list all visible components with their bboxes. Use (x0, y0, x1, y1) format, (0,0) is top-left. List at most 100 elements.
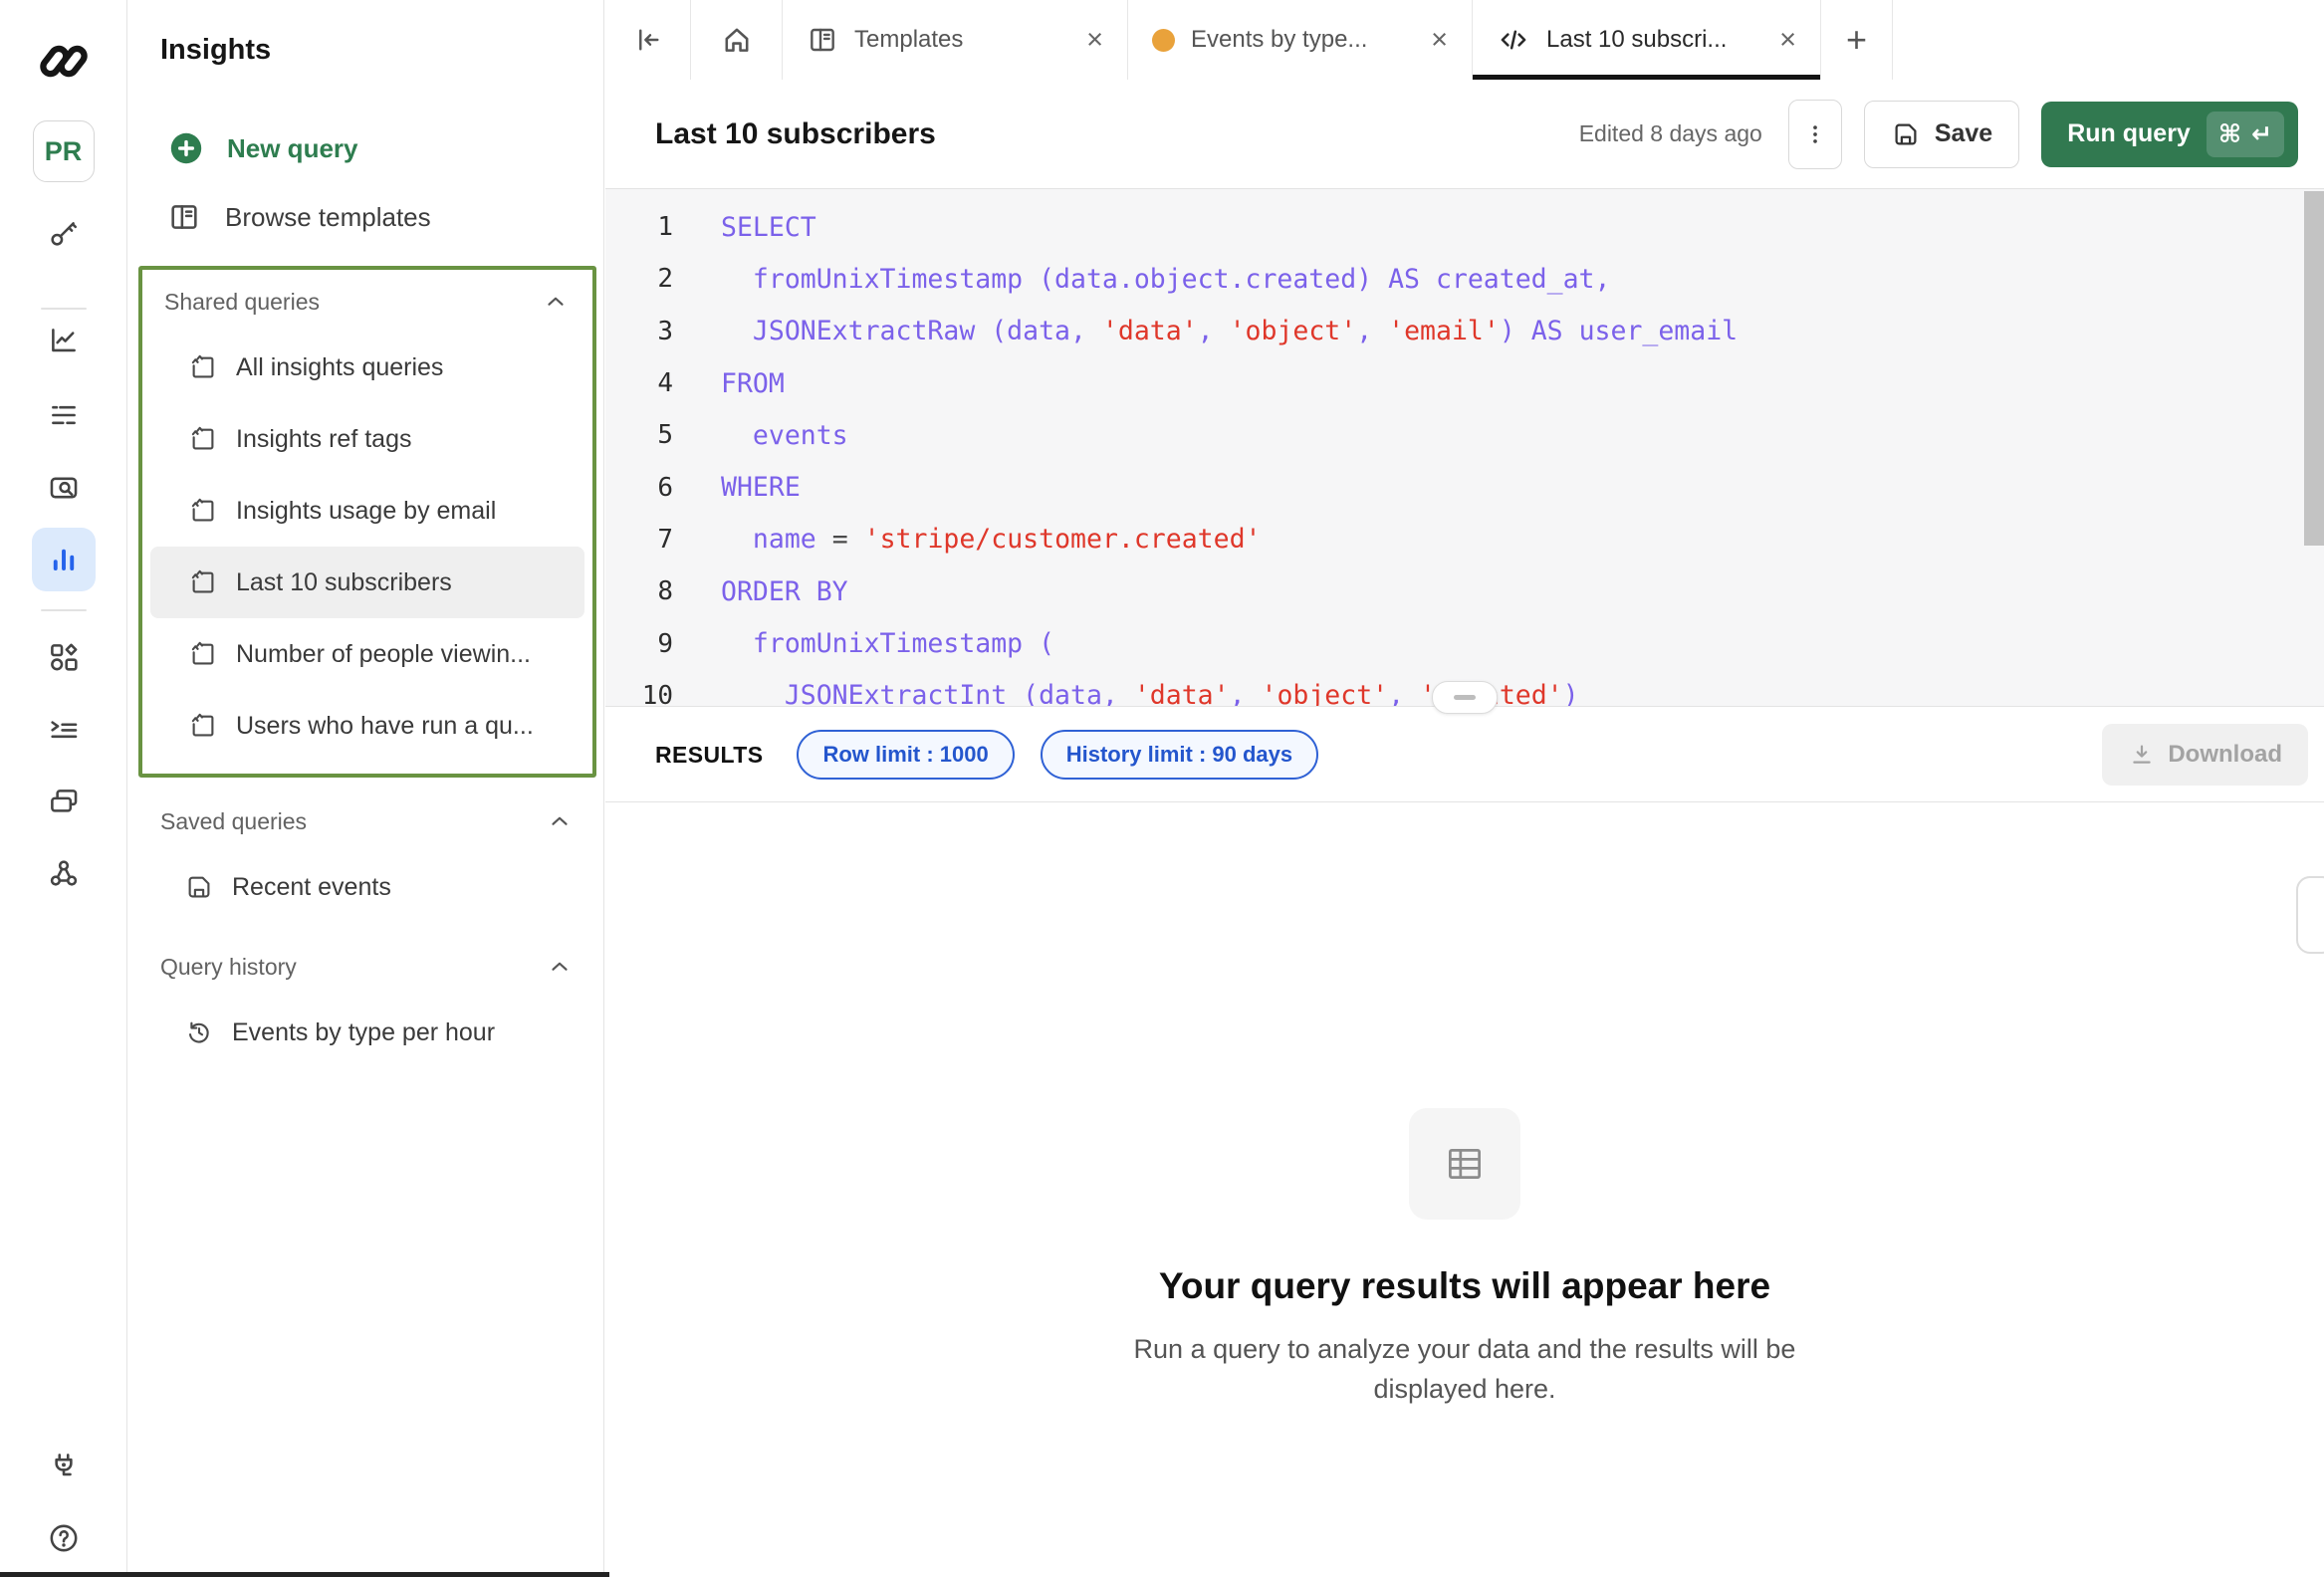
rail-item-trends[interactable] (47, 324, 81, 357)
template-icon (167, 200, 201, 234)
code-line[interactable]: 5 events (605, 409, 2324, 461)
chain-links-icon (47, 856, 81, 890)
new-tab-button[interactable]: + (1821, 0, 1893, 80)
app-logo[interactable] (35, 40, 93, 84)
rail-item-console[interactable] (47, 712, 81, 746)
sidebar-sections: Shared queries All insights queries Insigh… (127, 266, 603, 1068)
rail-item-insights-active[interactable] (32, 528, 96, 591)
browse-templates-label: Browse templates (225, 202, 431, 233)
sidebar-item[interactable]: Recent events (146, 851, 588, 923)
sql-editor[interactable]: 1SELECT2 fromUnixTimestamp (data.object.… (605, 189, 2324, 707)
sidebar-item-label: Users who have run a qu... (236, 712, 534, 741)
code-token: = (832, 524, 848, 555)
query-icon (188, 496, 218, 526)
run-query-label: Run query (2067, 119, 2191, 148)
sidebar-item[interactable]: Insights ref tags (150, 403, 584, 475)
code-line[interactable]: 6WHERE (605, 461, 2324, 513)
limit-pill[interactable]: Row limit : 1000 (797, 730, 1014, 780)
box-search-icon (47, 471, 81, 505)
sidebar-item[interactable]: Events by type per hour (146, 997, 588, 1068)
rail-item-help[interactable] (47, 1521, 81, 1555)
code-line[interactable]: 3 JSONExtractRaw (data, 'data', 'object'… (605, 306, 2324, 357)
save-label: Save (1935, 119, 1992, 148)
apps-shapes-icon (47, 640, 81, 674)
sidebar-section: Query history Events by type per hour (138, 937, 596, 1068)
section-header[interactable]: Shared queries (142, 272, 592, 332)
code-token: 'stripe/customer.created' (864, 524, 1262, 555)
sidebar-item[interactable]: Insights usage by email (150, 475, 584, 547)
code-token: ORDER BY (721, 576, 848, 607)
table-placeholder-tile (1409, 1108, 1520, 1220)
rail-item-events[interactable] (47, 398, 81, 432)
line-number: 7 (605, 525, 673, 555)
rail-item-api-keys[interactable] (47, 216, 81, 250)
section-header-label: Saved queries (160, 808, 307, 835)
chevron-up-icon (543, 289, 569, 315)
panel-resize-handle[interactable] (1432, 681, 1498, 714)
results-empty-state: Your query results will appear here Run … (605, 803, 2324, 1577)
code-token: , (1230, 680, 1262, 707)
query-icon (188, 567, 218, 597)
editor-scrollbar[interactable] (2304, 191, 2324, 546)
download-button[interactable]: Download (2102, 724, 2308, 786)
collapse-sidebar-button[interactable] (605, 0, 691, 80)
rail-item-apps[interactable] (47, 640, 81, 674)
tab-events-by-type[interactable]: Events by type... × (1128, 0, 1473, 80)
code-line[interactable]: 1SELECT (605, 201, 2324, 253)
code-token: , (1198, 316, 1230, 346)
trend-chart-icon (47, 324, 81, 357)
sidebar-item[interactable]: Last 10 subscribers (150, 547, 584, 618)
limit-pill[interactable]: History limit : 90 days (1041, 730, 1318, 780)
save-icon (1891, 119, 1921, 149)
avatar[interactable]: PR (33, 120, 95, 182)
plug-icon (47, 1450, 81, 1483)
code-token: 'object' (1261, 680, 1388, 707)
more-options-button[interactable] (1788, 100, 1842, 169)
key-icon (47, 216, 81, 250)
close-icon[interactable]: × (1086, 26, 1103, 55)
rail-item-notebooks[interactable] (47, 785, 81, 818)
sidebar-item-label: Last 10 subscribers (236, 568, 452, 597)
query-icon (188, 639, 218, 669)
bar-chart-icon (46, 542, 82, 577)
code-line[interactable]: 4FROM (605, 357, 2324, 409)
new-query-button[interactable]: New query (167, 116, 603, 180)
code-token: fromUnixTimestamp ( (721, 628, 1054, 659)
line-number: 5 (605, 420, 673, 450)
query-icon (188, 424, 218, 454)
tab-label: Events by type... (1191, 26, 1367, 54)
section-header-label: Query history (160, 954, 297, 981)
section-header[interactable]: Saved queries (138, 791, 596, 851)
tab-templates[interactable]: Templates × (783, 0, 1128, 80)
save-button[interactable]: Save (1864, 101, 2019, 168)
code-token: events (721, 420, 848, 451)
tab-last-10-subscribers[interactable]: Last 10 subscri... × (1473, 0, 1821, 80)
close-icon[interactable]: × (1779, 26, 1796, 55)
code-line[interactable]: 8ORDER BY (605, 565, 2324, 617)
unsaved-dot-icon (1152, 29, 1175, 52)
code-line[interactable]: 9 fromUnixTimestamp ( (605, 617, 2324, 669)
rail-item-integrations[interactable] (47, 1450, 81, 1483)
section-header-label: Shared queries (164, 289, 320, 316)
code-line[interactable]: 2 fromUnixTimestamp (data.object.created… (605, 253, 2324, 305)
rail-item-pipeline[interactable] (47, 856, 81, 890)
edge-scroll-handle[interactable] (2296, 876, 2324, 954)
sidebar-item[interactable]: Users who have run a qu... (150, 690, 584, 762)
new-query-label: New query (227, 133, 358, 164)
sidebar-item-label: Insights usage by email (236, 497, 496, 526)
rail-item-session-search[interactable] (47, 471, 81, 505)
results-toolbar: RESULTS Row limit : 1000History limit : … (605, 708, 2324, 802)
close-icon[interactable]: × (1431, 26, 1448, 55)
code-token (848, 524, 864, 555)
code-line[interactable]: 7 name = 'stripe/customer.created' (605, 514, 2324, 565)
browse-templates-button[interactable]: Browse templates (167, 182, 603, 252)
section-header[interactable]: Query history (138, 937, 596, 997)
sidebar-item[interactable]: All insights queries (150, 332, 584, 403)
code-icon (1497, 23, 1530, 57)
line-number: 1 (605, 212, 673, 242)
home-icon (720, 23, 754, 57)
home-button[interactable] (691, 0, 783, 80)
sidebar-item-label: All insights queries (236, 353, 443, 382)
sidebar-item[interactable]: Number of people viewin... (150, 618, 584, 690)
run-query-button[interactable]: Run query ⌘ ↵ (2041, 102, 2298, 167)
